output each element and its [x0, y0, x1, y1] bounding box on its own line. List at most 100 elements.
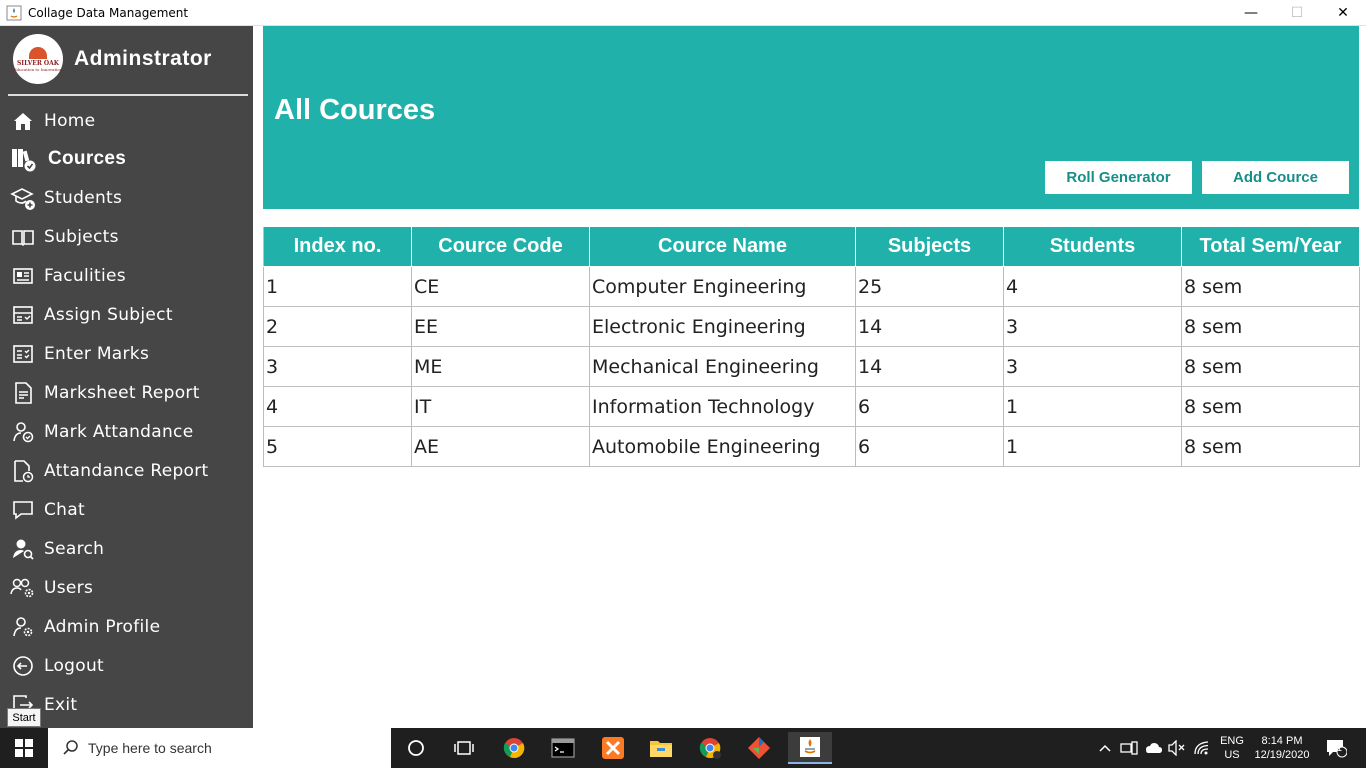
table-cell[interactable]: CE	[411, 266, 590, 307]
sidebar-item-cources[interactable]: Cources	[0, 140, 253, 178]
taskbar-search-box[interactable]: Type here to search	[48, 728, 391, 768]
table-cell[interactable]: 14	[855, 346, 1004, 387]
close-button[interactable]: ✕	[1320, 0, 1366, 26]
sidebar-item-label: Chat	[44, 500, 85, 520]
sidebar-item-students[interactable]: Students	[0, 179, 253, 217]
table-row[interactable]: 2 EE Electronic Engineering 14 3 8 sem	[263, 306, 1360, 347]
sidebar-item-admin-profile[interactable]: Admin Profile	[0, 608, 253, 646]
page-title: All Cources	[274, 94, 436, 126]
table-cell[interactable]: 25	[855, 266, 1004, 307]
table-cell[interactable]: 8 sem	[1181, 426, 1360, 467]
cortana-icon[interactable]	[398, 732, 434, 764]
table-cell[interactable]: IT	[411, 386, 590, 427]
sidebar-item-label: Logout	[44, 656, 105, 676]
sidebar-item-label: Marksheet Report	[44, 383, 200, 403]
logout-icon	[10, 653, 36, 679]
sidebar-item-users[interactable]: Users	[0, 569, 253, 607]
page-header: All Cources Roll Generator Add Cource	[263, 26, 1359, 209]
onedrive-cloud-icon[interactable]	[1143, 738, 1163, 758]
table-cell[interactable]: EE	[411, 306, 590, 347]
users-settings-icon	[10, 575, 36, 601]
table-cell[interactable]: 3	[1003, 346, 1182, 387]
clock[interactable]: 8:14 PM 12/19/2020	[1249, 728, 1315, 768]
xampp-icon[interactable]	[595, 732, 631, 764]
language-code: ENG	[1220, 735, 1244, 747]
git-icon[interactable]	[741, 732, 777, 764]
terminal-icon[interactable]	[545, 732, 581, 764]
table-cell[interactable]: Information Technology	[589, 386, 856, 427]
table-row[interactable]: 4 IT Information Technology 6 1 8 sem	[263, 386, 1360, 427]
table-cell[interactable]: 8 sem	[1181, 386, 1360, 427]
table-cell[interactable]: 6	[855, 386, 1004, 427]
input-language[interactable]: ENG US	[1217, 728, 1247, 768]
table-cell[interactable]: 14	[855, 306, 1004, 347]
sidebar-item-home[interactable]: Home	[0, 102, 253, 140]
table-cell[interactable]: 4	[263, 386, 412, 427]
table-cell[interactable]: 8 sem	[1181, 346, 1360, 387]
column-header[interactable]: Index no.	[263, 226, 412, 267]
table-cell[interactable]: AE	[411, 426, 590, 467]
table-cell[interactable]: 2	[263, 306, 412, 347]
devices-icon[interactable]	[1119, 738, 1139, 758]
add-cource-button[interactable]: Add Cource	[1202, 161, 1349, 194]
column-header[interactable]: Cource Name	[589, 226, 856, 267]
file-explorer-icon[interactable]	[643, 732, 679, 764]
table-cell[interactable]: 1	[1003, 426, 1182, 467]
chrome-profile-icon[interactable]	[692, 732, 728, 764]
sidebar-item-subjects[interactable]: Subjects	[0, 218, 253, 256]
chevron-up-icon[interactable]	[1095, 738, 1115, 758]
sidebar-item-attandance-report[interactable]: Attandance Report	[0, 452, 253, 490]
table-cell[interactable]: 1	[1003, 386, 1182, 427]
table-cell[interactable]: 8 sem	[1181, 306, 1360, 347]
table-cell[interactable]: Mechanical Engineering	[589, 346, 856, 387]
table-cell[interactable]: Electronic Engineering	[589, 306, 856, 347]
column-header[interactable]: Total Sem/Year	[1181, 226, 1360, 267]
table-cell[interactable]: 4	[1003, 266, 1182, 307]
document-clock-icon	[10, 458, 36, 484]
window-title: Collage Data Management	[28, 5, 189, 20]
java-app-taskbar-icon[interactable]	[788, 732, 832, 764]
table-cell[interactable]: 3	[1003, 306, 1182, 347]
chrome-icon[interactable]	[496, 732, 532, 764]
sidebar-item-label: Search	[44, 539, 105, 559]
sidebar-item-label: Enter Marks	[44, 344, 150, 364]
admin-name: Adminstrator	[74, 47, 212, 70]
table-cell[interactable]: 3	[263, 346, 412, 387]
task-view-icon[interactable]	[446, 732, 482, 764]
table-row[interactable]: 5 AE Automobile Engineering 6 1 8 sem	[263, 426, 1360, 467]
clock-date: 12/19/2020	[1254, 749, 1310, 761]
sidebar-item-chat[interactable]: Chat	[0, 491, 253, 529]
notification-center-icon[interactable]	[1324, 738, 1348, 758]
table-cell[interactable]: ME	[411, 346, 590, 387]
table-cell[interactable]: Computer Engineering	[589, 266, 856, 307]
sidebar-item-logout[interactable]: Logout	[0, 647, 253, 685]
table-cell[interactable]: 1	[263, 266, 412, 307]
table-cell[interactable]: Automobile Engineering	[589, 426, 856, 467]
start-button[interactable]	[0, 728, 48, 768]
sidebar-item-label: Cources	[48, 148, 127, 169]
sidebar-item-search[interactable]: Search	[0, 530, 253, 568]
sidebar-item-assign-subject[interactable]: Assign Subject	[0, 296, 253, 334]
table-cell[interactable]: 5	[263, 426, 412, 467]
column-header[interactable]: Students	[1003, 226, 1182, 267]
sidebar-item-mark-attandance[interactable]: Mark Attandance	[0, 413, 253, 451]
sidebar-item-label: Users	[44, 578, 94, 598]
network-icon[interactable]	[1192, 738, 1212, 758]
table-cell[interactable]: 6	[855, 426, 1004, 467]
id-card-icon	[10, 263, 36, 289]
minimize-button[interactable]: —	[1228, 0, 1274, 26]
sidebar-item-marksheet-report[interactable]: Marksheet Report	[0, 374, 253, 412]
column-header[interactable]: Subjects	[855, 226, 1004, 267]
column-header[interactable]: Cource Code	[411, 226, 590, 267]
logo-sun-icon	[29, 46, 47, 59]
roll-generator-button[interactable]: Roll Generator	[1045, 161, 1192, 194]
maximize-button[interactable]: ☐	[1274, 0, 1320, 26]
table-row[interactable]: 1 CE Computer Engineering 25 4 8 sem	[263, 266, 1360, 307]
table-row[interactable]: 3 ME Mechanical Engineering 14 3 8 sem	[263, 346, 1360, 387]
sidebar-item-faculities[interactable]: Faculities	[0, 257, 253, 295]
attendance-person-icon	[10, 419, 36, 445]
table-cell[interactable]: 8 sem	[1181, 266, 1360, 307]
sidebar-item-enter-marks[interactable]: Enter Marks	[0, 335, 253, 373]
volume-muted-icon[interactable]	[1167, 738, 1187, 758]
logo-subtext: Education to Innovation	[13, 66, 63, 72]
